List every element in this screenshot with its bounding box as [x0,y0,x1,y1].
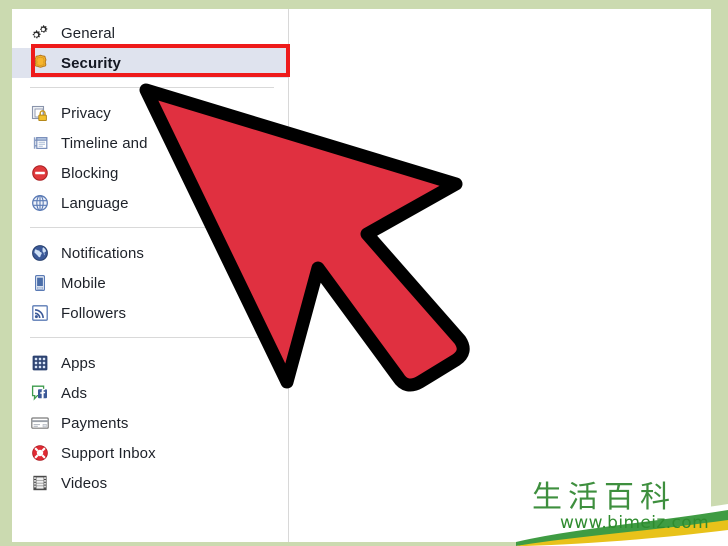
sidebar-item-label: Blocking [61,164,119,182]
timeline-tagging-icon [30,133,50,153]
nav-divider-3 [30,337,274,338]
frame-border-bottom [0,542,728,546]
frame-border-top [0,0,728,9]
nav-divider-2 [30,227,274,228]
sidebar-item-label: Notifications [61,244,145,262]
frame-border-right [711,0,728,546]
globe-grid-icon [30,193,50,213]
credit-card-icon [30,413,50,433]
sidebar-item-label: Privacy [61,104,111,122]
sidebar-item-security[interactable]: Security [12,48,288,78]
rss-followers-icon [30,303,50,323]
sidebar-item-label: Timeline and [61,134,148,152]
nav-group-notifications: Notifications Mobile Followers [12,238,288,328]
sidebar-item-label: Security [61,54,121,72]
sidebar-item-label: Videos [61,474,108,492]
sidebar-item-blocking[interactable]: Blocking [12,158,288,188]
nav-divider-1 [30,87,274,88]
lifebuoy-icon [30,443,50,463]
nav-group-privacy: Privacy Timeline and Blocking Language [12,98,288,218]
settings-sidebar: General Security Privacy Timeline and Bl… [12,9,289,542]
sidebar-item-label: Mobile [61,274,106,292]
sidebar-item-label: General [61,24,116,42]
sidebar-item-label: Language [61,194,129,212]
apps-grid-icon [30,353,50,373]
sidebar-item-privacy[interactable]: Privacy [12,98,288,128]
sidebar-item-notifications[interactable]: Notifications [12,238,288,268]
sidebar-item-general[interactable]: General [12,18,288,48]
globe-icon [30,243,50,263]
mobile-phone-icon [30,273,50,293]
sidebar-item-label: Followers [61,304,127,322]
facebook-settings-page: General Security Privacy Timeline and Bl… [12,9,711,542]
ads-speech-bubble-icon [30,383,50,403]
sidebar-item-label: Ads [61,384,88,402]
sidebar-item-ads[interactable]: Ads [12,378,288,408]
security-badge-icon [30,53,50,73]
screenshot-root: General Security Privacy Timeline and Bl… [0,0,728,546]
sidebar-item-followers[interactable]: Followers [12,298,288,328]
padlock-icon [30,103,50,123]
no-entry-icon [30,163,50,183]
sidebar-item-language[interactable]: Language [12,188,288,218]
frame-border-left [0,0,12,546]
sidebar-item-support-inbox[interactable]: Support Inbox [12,438,288,468]
sidebar-item-label: Support Inbox [61,444,156,462]
sidebar-item-label: Payments [61,414,129,432]
nav-group-apps: Apps Ads Payments Support Inbox Videos [12,348,288,498]
film-strip-icon [30,473,50,493]
nav-group-account: General Security [12,9,288,78]
sidebar-item-label: Apps [61,354,96,372]
sidebar-item-videos[interactable]: Videos [12,468,288,498]
sidebar-item-payments[interactable]: Payments [12,408,288,438]
gears-icon [30,23,50,43]
sidebar-item-apps[interactable]: Apps [12,348,288,378]
sidebar-item-mobile[interactable]: Mobile [12,268,288,298]
sidebar-item-timeline-and-tagging[interactable]: Timeline and [12,128,288,158]
